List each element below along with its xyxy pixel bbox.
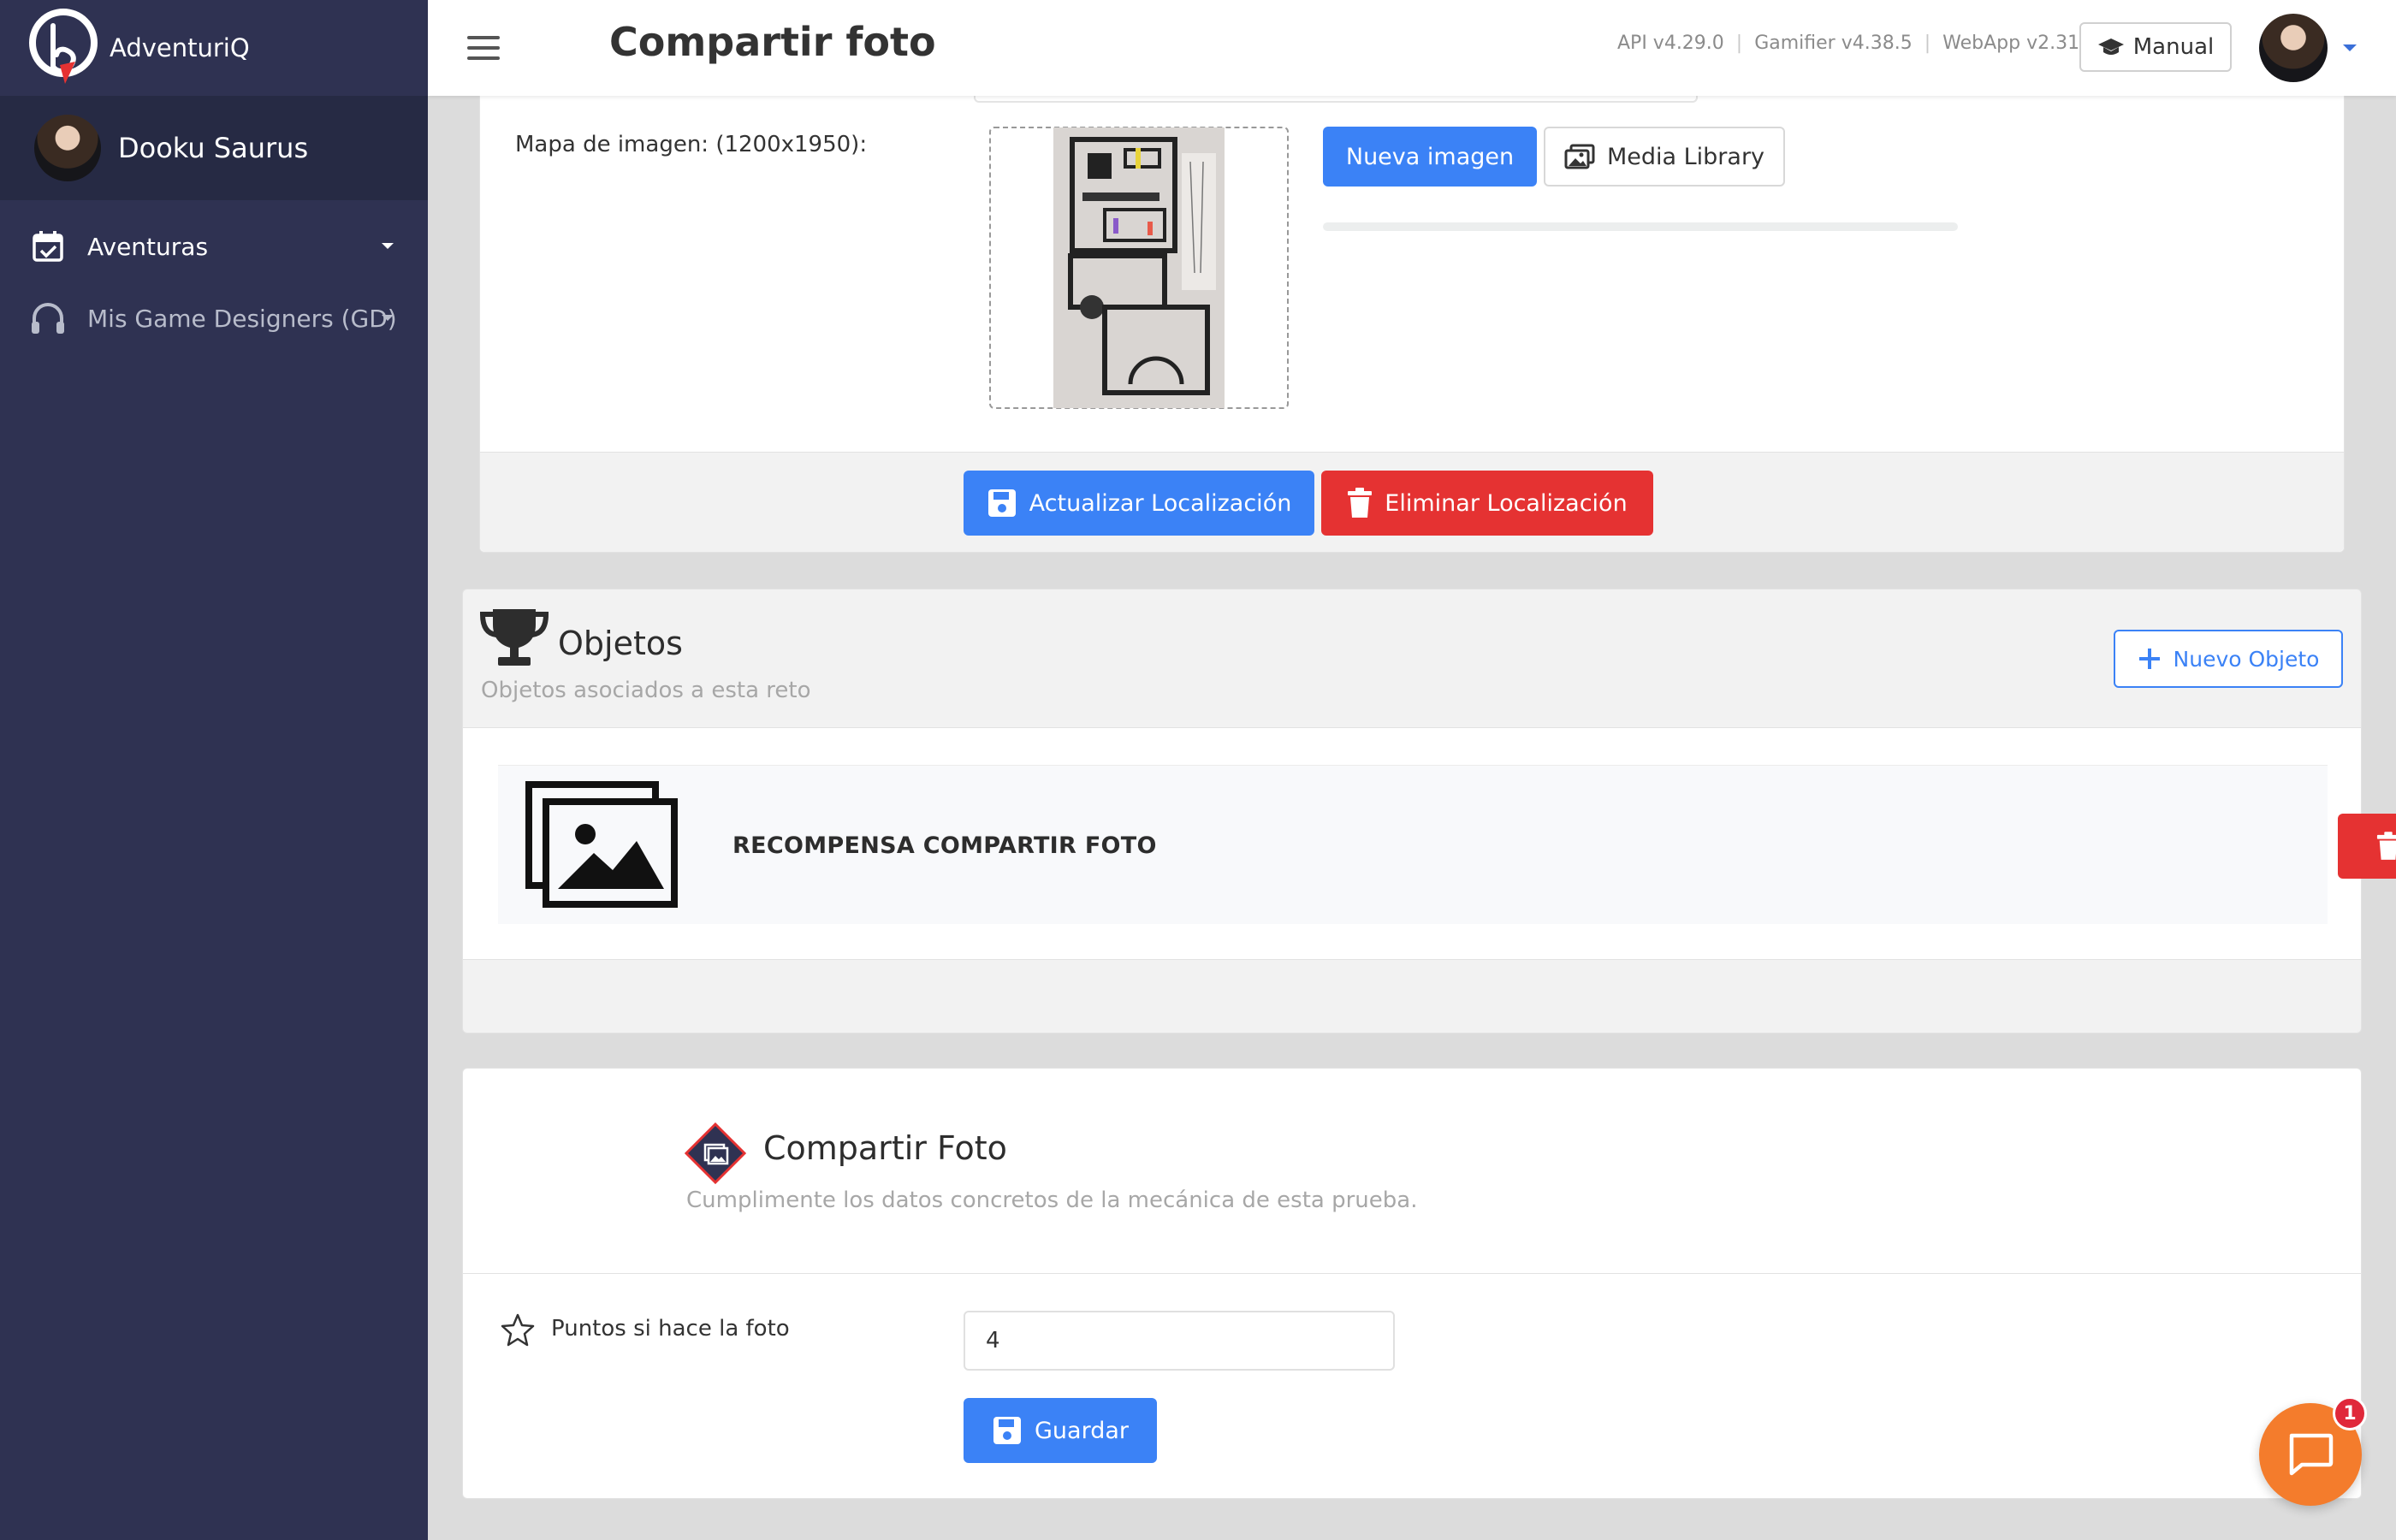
chevron-down-icon[interactable] bbox=[2343, 44, 2357, 51]
sidebar-item-aventuras[interactable]: Aventuras bbox=[0, 210, 428, 282]
chevron-down-icon bbox=[382, 315, 394, 321]
object-name: RECOMPENSA COMPARTIR FOTO bbox=[732, 832, 1157, 859]
version-separator: | bbox=[1735, 33, 1743, 54]
map-image-preview bbox=[1053, 127, 1225, 408]
delete-object-button[interactable] bbox=[2338, 814, 2396, 879]
new-object-label: Nuevo Objeto bbox=[2173, 646, 2320, 672]
chat-bubble-icon bbox=[2289, 1433, 2334, 1476]
objects-subtitle: Objetos asociados a esta reto bbox=[481, 678, 811, 703]
star-icon bbox=[501, 1313, 535, 1347]
trophy-icon bbox=[479, 609, 549, 666]
manual-button[interactable]: Manual bbox=[2079, 22, 2232, 72]
chat-notification-badge: 1 bbox=[2333, 1396, 2367, 1430]
sidebar-item-label: Mis Game Designers (GD) bbox=[87, 304, 397, 333]
gamifier-version: Gamifier v4.38.5 bbox=[1754, 33, 1913, 54]
upload-progress-bar bbox=[1323, 222, 1958, 231]
points-label: Puntos si hace la foto bbox=[551, 1316, 790, 1342]
new-image-button[interactable]: Nueva imagen bbox=[1323, 127, 1537, 187]
brand[interactable]: AdventuriQ bbox=[0, 0, 428, 96]
user-avatar bbox=[34, 115, 101, 181]
version-info: API v4.29.0 | Gamifier v4.38.5 | WebApp … bbox=[1617, 33, 2097, 54]
update-location-label: Actualizar Localización bbox=[1029, 489, 1292, 517]
mechanic-panel bbox=[462, 1068, 2362, 1499]
map-image-dropzone[interactable] bbox=[989, 127, 1289, 409]
sidebar-item-game-designers[interactable]: Mis Game Designers (GD) bbox=[0, 282, 428, 354]
new-object-button[interactable]: Nuevo Objeto bbox=[2114, 630, 2343, 688]
sidebar-user[interactable]: Dooku Saurus bbox=[0, 96, 428, 200]
chevron-down-icon bbox=[382, 243, 394, 249]
list-item[interactable]: RECOMPENSA COMPARTIR FOTO bbox=[498, 765, 2396, 924]
save-label: Guardar bbox=[1035, 1417, 1129, 1444]
image-icon bbox=[525, 781, 678, 908]
objects-title: Objetos bbox=[558, 625, 683, 662]
version-separator: | bbox=[1924, 33, 1931, 54]
save-icon bbox=[993, 1417, 1021, 1444]
media-library-label: Media Library bbox=[1606, 143, 1765, 170]
mechanic-title: Compartir Foto bbox=[763, 1129, 1007, 1167]
adventuriq-logo-icon bbox=[29, 9, 98, 84]
manual-label: Manual bbox=[2132, 34, 2215, 60]
menu-icon[interactable] bbox=[467, 36, 500, 60]
delete-location-label: Eliminar Localización bbox=[1385, 489, 1628, 517]
map-image-label: Mapa de imagen: (1200x1950): bbox=[515, 132, 868, 157]
new-image-label: Nueva imagen bbox=[1345, 143, 1515, 170]
share-photo-mechanic-icon bbox=[685, 1122, 746, 1184]
save-button[interactable]: Guardar bbox=[964, 1398, 1157, 1463]
sidebar: AdventuriQ Dooku Saurus Aventuras Mis Ga… bbox=[0, 0, 428, 1540]
delete-location-button[interactable]: Eliminar Localización bbox=[1321, 471, 1653, 536]
trash-icon bbox=[1348, 488, 1373, 518]
update-location-button[interactable]: Actualizar Localización bbox=[964, 471, 1314, 536]
headphones-icon bbox=[29, 299, 67, 337]
mechanic-divider bbox=[463, 1273, 2361, 1274]
calendar-check-icon bbox=[29, 228, 67, 265]
top-header: Compartir foto API v4.29.0 | Gamifier v4… bbox=[428, 0, 2396, 96]
sidebar-item-label: Aventuras bbox=[87, 232, 209, 261]
header-user-avatar[interactable] bbox=[2259, 14, 2328, 82]
images-icon bbox=[1564, 144, 1595, 169]
media-library-button[interactable]: Media Library bbox=[1544, 127, 1785, 187]
graduation-cap-icon bbox=[2097, 38, 2124, 55]
points-input[interactable]: 4 bbox=[964, 1311, 1395, 1371]
brand-name: AdventuriQ bbox=[110, 33, 250, 62]
trash-icon bbox=[2376, 832, 2396, 860]
page-title: Compartir foto bbox=[609, 19, 936, 65]
api-version: API v4.29.0 bbox=[1617, 33, 1724, 54]
save-icon bbox=[987, 489, 1016, 517]
webapp-version: WebApp v2.31.1 bbox=[1942, 33, 2098, 54]
user-name: Dooku Saurus bbox=[118, 132, 309, 164]
plus-icon bbox=[2138, 649, 2160, 669]
mechanic-subtitle: Cumplimente los datos concretos de la me… bbox=[686, 1188, 1418, 1213]
